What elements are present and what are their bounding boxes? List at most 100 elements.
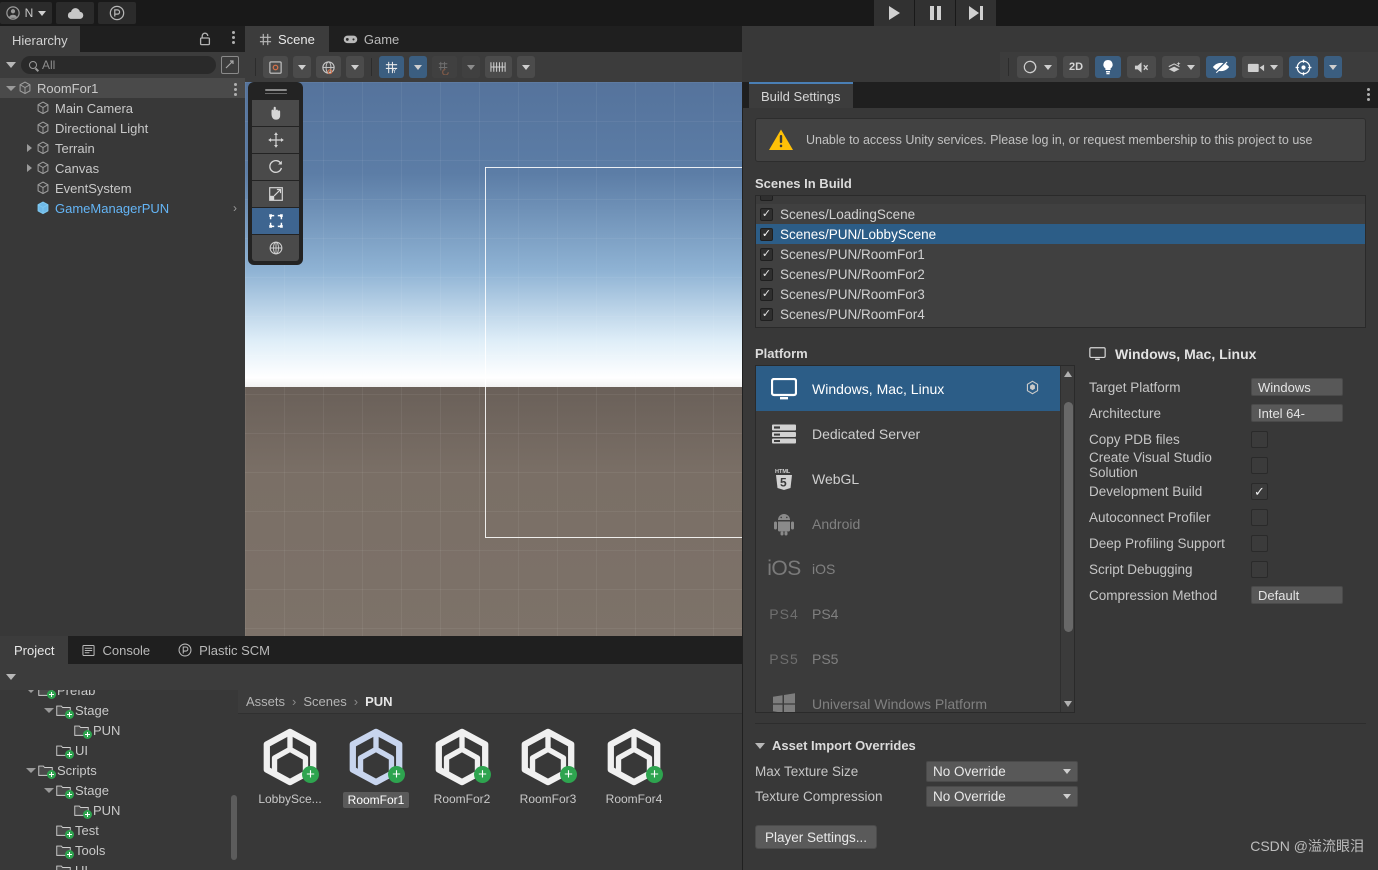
breadcrumb-item-pun[interactable]: PUN	[365, 694, 392, 709]
development-build-checkbox[interactable]	[1251, 482, 1268, 500]
move-tool[interactable]	[252, 127, 299, 153]
platform-item-android[interactable]: Android	[756, 501, 1062, 546]
scene-view-ruler-dropdown[interactable]	[517, 56, 535, 78]
project-folder-test[interactable]: Test	[0, 820, 230, 840]
grid-snap-button[interactable]	[432, 56, 457, 78]
gizmos-button[interactable]	[1289, 56, 1319, 78]
scene-enabled-checkbox[interactable]	[760, 307, 773, 321]
plastic-scm-button[interactable]	[98, 2, 136, 24]
platform-scrollbar[interactable]	[1060, 366, 1074, 712]
create-visual-studio-solution-checkbox[interactable]	[1251, 456, 1268, 474]
project-folder-prefab[interactable]: Prefab	[0, 690, 230, 700]
platform-item-ps4[interactable]: PS4 PS4	[756, 591, 1062, 636]
hierarchy-item-main-camera[interactable]: Main Camera	[0, 98, 245, 118]
palette-grip[interactable]	[264, 89, 287, 91]
scale-tool[interactable]	[252, 181, 299, 207]
twirl-open[interactable]	[42, 707, 56, 713]
grid-axis-button[interactable]: Y	[379, 56, 404, 78]
shading-mode-button[interactable]	[1017, 56, 1057, 78]
tab-console[interactable]: Console	[68, 636, 164, 664]
hierarchy-item-terrain[interactable]: Terrain	[0, 138, 245, 158]
scene-enabled-checkbox[interactable]	[760, 287, 773, 301]
twirl-closed[interactable]	[22, 144, 36, 152]
scroll-thumb[interactable]	[1064, 402, 1073, 632]
scene-lighting-button[interactable]	[1095, 56, 1122, 78]
handle-space-button[interactable]	[316, 56, 341, 78]
twirl-open[interactable]	[24, 690, 38, 693]
platform-item-dedicated-server[interactable]: Dedicated Server	[756, 411, 1062, 456]
scene-audio-button[interactable]	[1127, 56, 1157, 78]
tab-hierarchy[interactable]: Hierarchy	[0, 26, 80, 52]
hierarchy-menu-icon[interactable]	[232, 31, 235, 44]
scene-enabled-checkbox[interactable]	[760, 207, 773, 221]
hierarchy-item-canvas[interactable]: Canvas	[0, 158, 245, 178]
project-folder-pun[interactable]: PUN	[0, 720, 230, 740]
chevron-down-icon[interactable]	[6, 62, 16, 68]
asset-item[interactable]: + RoomFor1	[340, 728, 412, 808]
hidden-objects-button[interactable]	[1206, 56, 1237, 78]
tab-plastic-scm[interactable]: Plastic SCM	[164, 636, 284, 664]
deep-profiling-support-checkbox[interactable]	[1251, 534, 1268, 552]
hierarchy-item-menu-icon[interactable]	[234, 83, 237, 96]
tab-project[interactable]: Project	[0, 636, 69, 664]
target-platform-popup[interactable]: Windows	[1251, 378, 1343, 396]
asset-item[interactable]: + LobbySce...	[254, 728, 326, 808]
platform-item-ios[interactable]: iOS iOS	[756, 546, 1062, 591]
grid-axis-dropdown[interactable]	[409, 56, 427, 78]
chevron-down-icon[interactable]	[6, 674, 16, 680]
fx-button[interactable]	[1162, 56, 1201, 78]
scene-row[interactable]: Scenes/PUN/RoomFor1	[756, 244, 1365, 264]
platform-item-universal-windows-platform[interactable]: Universal Windows Platform	[756, 681, 1062, 712]
hierarchy-search-input[interactable]: All	[21, 56, 216, 74]
scene-picker-icon[interactable]	[221, 56, 239, 74]
autoconnect-profiler-checkbox[interactable]	[1251, 508, 1268, 526]
player-settings-button[interactable]: Player Settings...	[755, 825, 878, 849]
project-tree-scrollbar[interactable]	[230, 690, 238, 870]
texture-compression-dropdown[interactable]: No Override	[926, 786, 1078, 807]
scroll-down-icon[interactable]	[1064, 701, 1072, 707]
build-settings-menu-icon[interactable]	[1367, 88, 1370, 101]
chevron-right-icon[interactable]: ›	[233, 201, 237, 215]
hand-tool[interactable]	[252, 100, 299, 126]
account-button[interactable]: N	[0, 2, 52, 24]
scene-row-partial[interactable]	[756, 196, 1365, 204]
pivot-mode-button[interactable]	[263, 56, 288, 78]
twirl-closed[interactable]	[22, 164, 36, 172]
scene-row[interactable]: Scenes/PUN/RoomFor2	[756, 264, 1365, 284]
tab-build-settings[interactable]: Build Settings	[749, 82, 853, 108]
project-folder-ui[interactable]: UI	[0, 740, 230, 760]
twirl-open[interactable]	[4, 85, 18, 91]
twirl-open[interactable]	[42, 787, 56, 793]
lock-icon[interactable]	[199, 32, 211, 49]
scene-row[interactable]: Scenes/PUN/RoomFor4	[756, 304, 1365, 324]
hierarchy-item-eventsystem[interactable]: EventSystem	[0, 178, 245, 198]
architecture-popup[interactable]: Intel 64-	[1251, 404, 1343, 422]
twirl-open[interactable]	[24, 767, 38, 773]
transform-tool[interactable]	[252, 235, 299, 261]
scene-row[interactable]: Scenes/PUN/LobbyScene	[756, 224, 1365, 244]
scroll-thumb[interactable]	[231, 795, 237, 860]
hierarchy-item-roomfor1[interactable]: RoomFor1	[0, 78, 245, 98]
checkbox[interactable]	[760, 196, 773, 201]
scene-view-ruler-button[interactable]	[485, 56, 512, 78]
scene-viewport[interactable]	[245, 82, 742, 636]
script-debugging-checkbox[interactable]	[1251, 560, 1268, 578]
asset-import-overrides-header[interactable]: Asset Import Overrides	[755, 738, 1366, 753]
platform-item-webgl[interactable]: HTML 5 WebGL	[756, 456, 1062, 501]
scene-camera-button[interactable]	[1242, 56, 1284, 78]
compression-method-popup[interactable]: Default	[1251, 586, 1343, 604]
project-folder-stage[interactable]: Stage	[0, 700, 230, 720]
asset-item[interactable]: + RoomFor4	[598, 728, 670, 808]
project-folder-pun[interactable]: PUN	[0, 800, 230, 820]
platform-item-windows-mac-linux[interactable]: Windows, Mac, Linux	[756, 366, 1062, 411]
project-folder-tools[interactable]: Tools	[0, 840, 230, 860]
tab-scene[interactable]: Scene	[245, 26, 329, 52]
grid-snap-dropdown[interactable]	[462, 56, 480, 78]
platform-list[interactable]: Windows, Mac, Linux Dedicated Server HTML…	[755, 365, 1075, 713]
project-folder-scripts[interactable]: Scripts	[0, 760, 230, 780]
2d-toggle-button[interactable]: 2D	[1063, 56, 1090, 78]
rotate-tool[interactable]	[252, 154, 299, 180]
project-folder-stage[interactable]: Stage	[0, 780, 230, 800]
tab-game[interactable]: Game	[329, 26, 413, 52]
platform-item-ps5[interactable]: PS5 PS5	[756, 636, 1062, 681]
